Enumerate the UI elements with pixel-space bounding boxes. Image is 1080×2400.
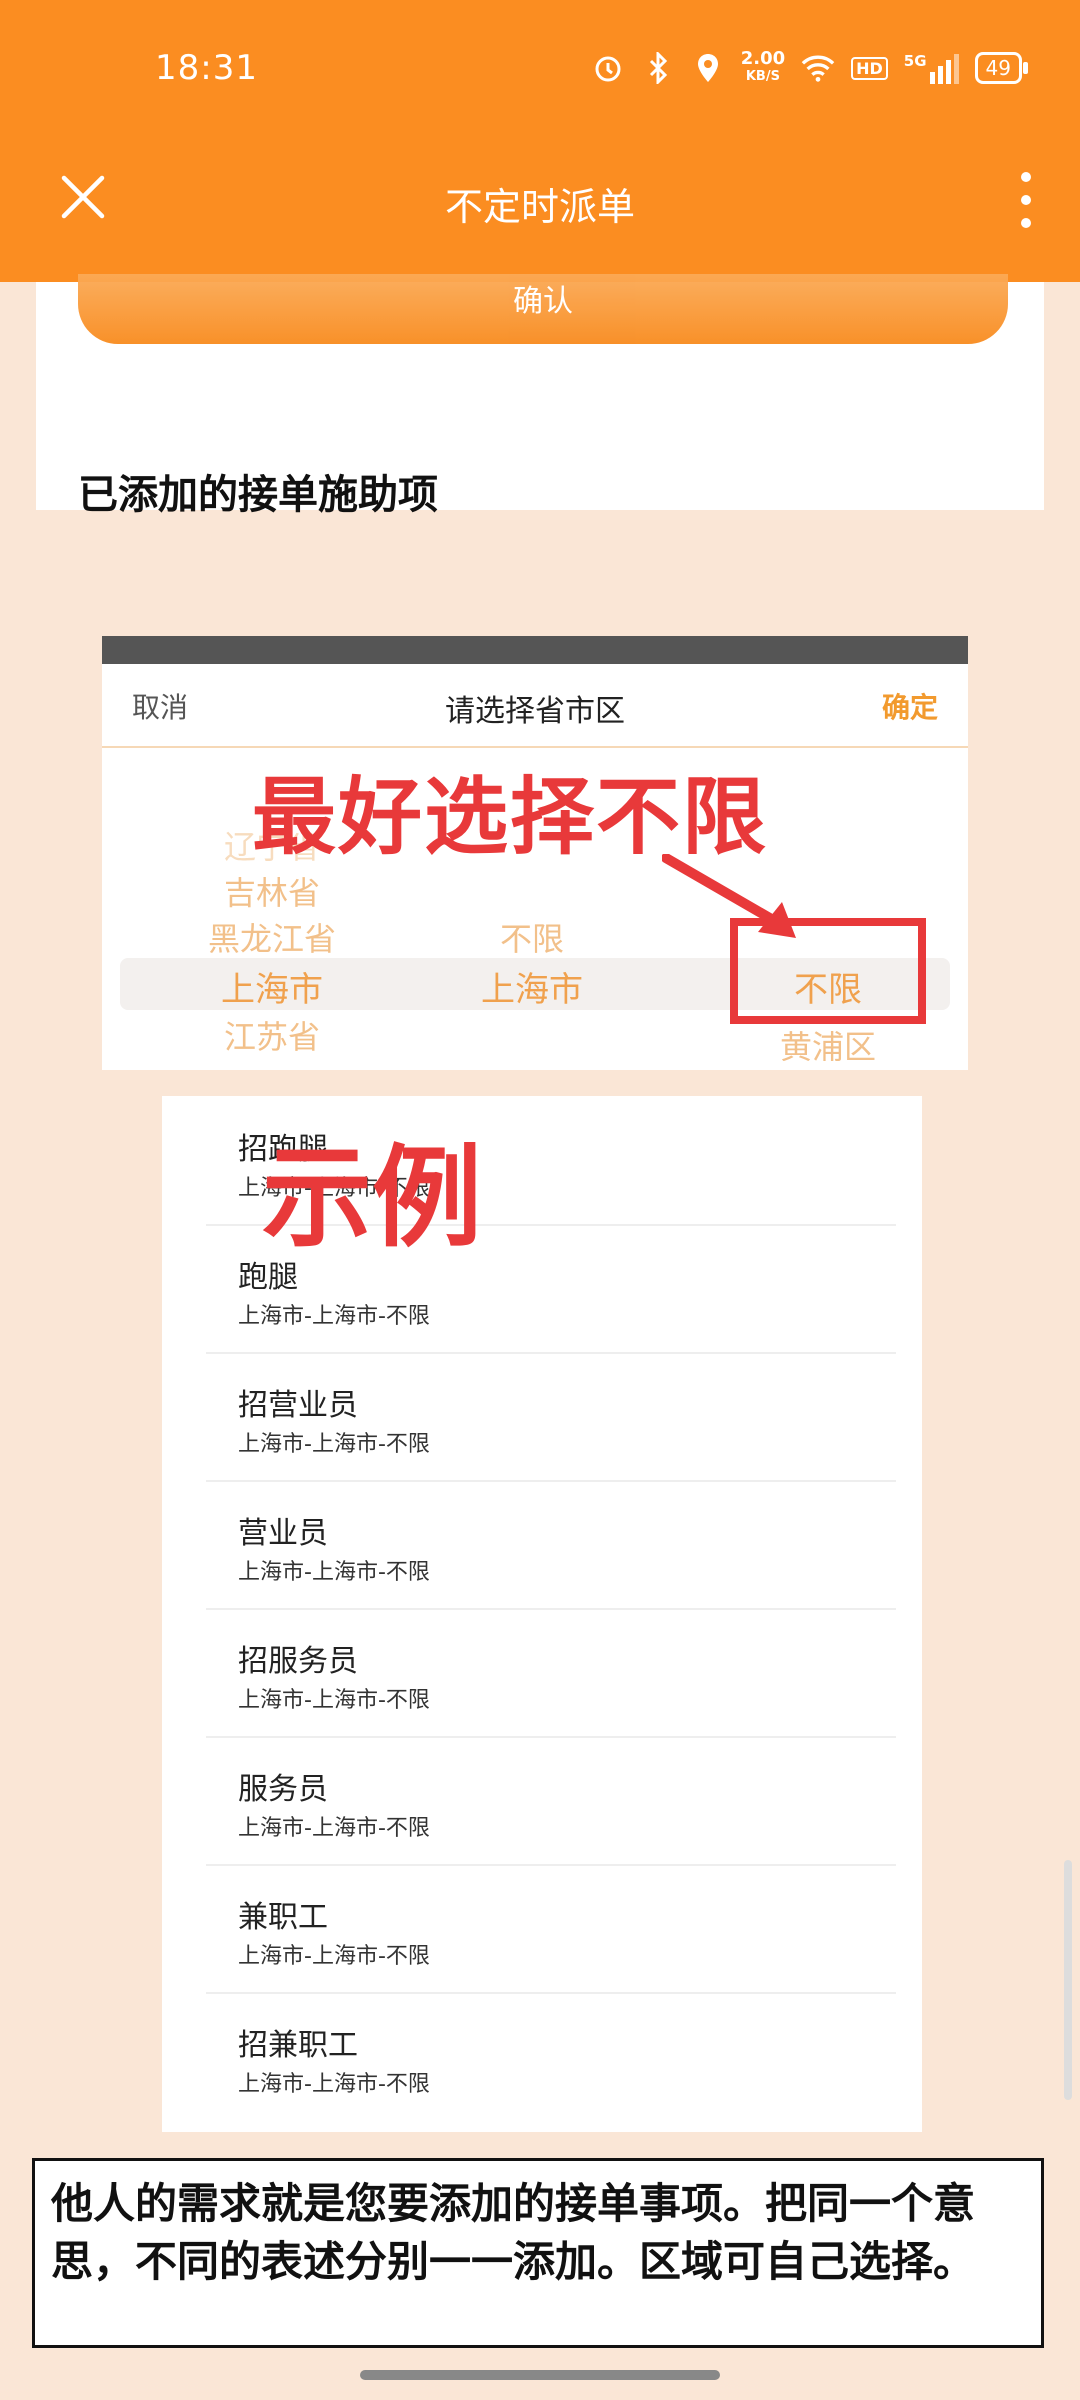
- province-option[interactable]: 吉林省: [162, 868, 382, 914]
- picker-title: 请选择省市区: [445, 694, 625, 729]
- picker-header: 取消 请选择省市区 确定: [102, 664, 968, 748]
- list-item[interactable]: 兼职工 上海市-上海市-不限: [206, 1864, 896, 1994]
- district-option[interactable]: 黄浦区: [718, 1022, 938, 1068]
- example-label: 示例: [262, 1134, 482, 1262]
- list-item-region: 上海市-上海市-不限: [238, 1688, 430, 1713]
- bluetooth-icon: [641, 51, 675, 85]
- more-icon-dot: [1021, 172, 1031, 182]
- added-items-heading: 已添加的接单施助项: [78, 472, 438, 518]
- province-option[interactable]: 黑龙江省: [162, 914, 382, 960]
- home-indicator[interactable]: [360, 2370, 720, 2380]
- list-item[interactable]: 招服务员 上海市-上海市-不限: [206, 1608, 896, 1738]
- list-item[interactable]: 招兼职工 上海市-上海市-不限: [206, 1992, 896, 2120]
- highlight-box: [730, 918, 926, 1024]
- list-item-region: 上海市-上海市-不限: [238, 1944, 430, 1969]
- more-icon-dot: [1021, 195, 1031, 205]
- location-icon: [691, 51, 725, 85]
- province-option[interactable]: 江苏省: [162, 1012, 382, 1058]
- network-speed: 2.00 KB/S: [741, 50, 785, 86]
- speed-unit: KB/S: [745, 69, 780, 84]
- scrollbar[interactable]: [1064, 1860, 1072, 2100]
- alarm-icon: [591, 51, 625, 85]
- list-item-title: 招营业员: [238, 1388, 358, 1423]
- wifi-icon: [801, 51, 835, 85]
- list-item[interactable]: 服务员 上海市-上海市-不限: [206, 1736, 896, 1866]
- annotation-text: 最好选择不限: [252, 768, 769, 866]
- hd-badge: HD: [851, 56, 888, 80]
- more-icon-dot: [1021, 218, 1031, 228]
- province-option-selected[interactable]: 上海市: [162, 962, 382, 1011]
- more-menu-button[interactable]: [1018, 172, 1034, 228]
- signal-icon: 5G: [904, 52, 959, 84]
- status-icons: 2.00 KB/S HD 5G 49: [591, 50, 1029, 86]
- picker-confirm[interactable]: 确定: [882, 686, 938, 726]
- list-item-region: 上海市-上海市-不限: [238, 2072, 430, 2097]
- list-item-region: 上海市-上海市-不限: [238, 1560, 430, 1585]
- list-item-region: 上海市-上海市-不限: [238, 1432, 430, 1457]
- city-option-selected[interactable]: 上海市: [422, 962, 642, 1011]
- instruction-note: 他人的需求就是您要添加的接单事项。把同一个意思，不同的表述分别一一添加。区域可自…: [32, 2158, 1044, 2348]
- list-item-title: 兼职工: [238, 1900, 328, 1935]
- list-item[interactable]: 营业员 上海市-上海市-不限: [206, 1480, 896, 1610]
- added-items-card: 确认 已添加的接单施助项: [36, 274, 1044, 518]
- list-item[interactable]: 招营业员 上海市-上海市-不限: [206, 1352, 896, 1482]
- speed-value: 2.00: [740, 48, 786, 69]
- page-title: 不定时派单: [444, 185, 635, 229]
- top-bar: 18:31 2.00 KB/S HD 5G 49 不定时派单: [0, 0, 1080, 282]
- status-time: 18:31: [155, 48, 258, 88]
- list-item-region: 上海市-上海市-不限: [238, 1816, 430, 1841]
- network-type: 5G: [903, 52, 927, 70]
- city-option[interactable]: 不限: [422, 914, 642, 960]
- list-item-region: 上海市-上海市-不限: [238, 1304, 430, 1329]
- region-picker-example: 取消 请选择省市区 确定 辽宁省 吉林省 黑龙江省 上海市 江苏省 不限 上海市…: [102, 636, 968, 1070]
- battery-indicator: 49: [974, 52, 1029, 84]
- confirm-button[interactable]: 确认: [78, 274, 1008, 344]
- list-item-title: 营业员: [238, 1516, 328, 1551]
- list-item-title: 招兼职工: [238, 2028, 358, 2063]
- picker-top-strip: [102, 636, 968, 664]
- list-item-title: 招服务员: [238, 1644, 358, 1679]
- list-item-title: 服务员: [238, 1772, 328, 1807]
